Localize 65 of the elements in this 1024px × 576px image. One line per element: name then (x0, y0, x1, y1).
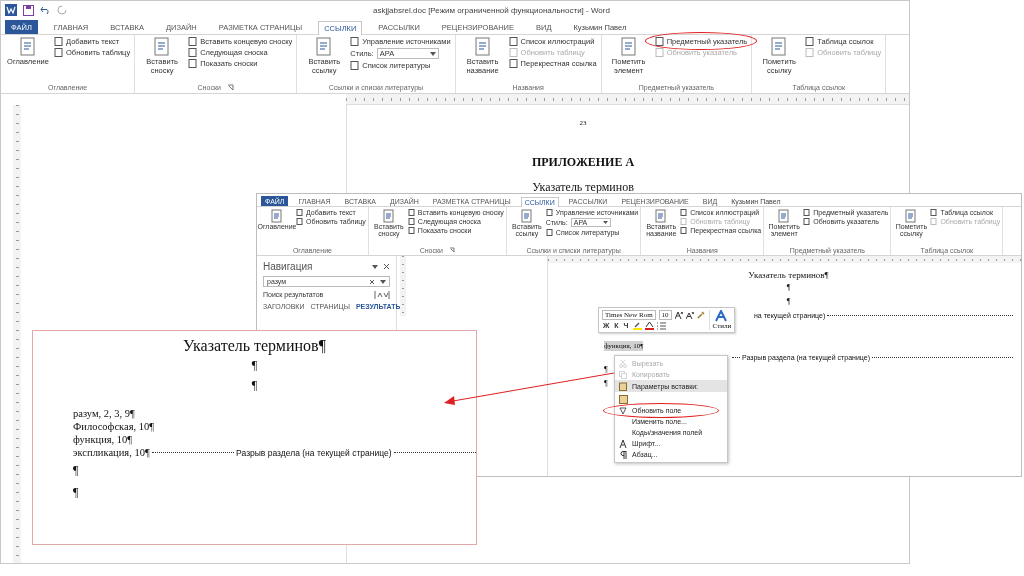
index-entry: экспликация, 10¶ (73, 446, 150, 459)
clear-icon[interactable] (369, 278, 375, 285)
undo-icon[interactable] (40, 5, 51, 15)
subheading: Указатель терминов (532, 180, 634, 195)
grow-font-icon[interactable] (674, 311, 683, 320)
document-icon (545, 229, 553, 236)
dotted-rule (732, 356, 740, 358)
document-icon (520, 209, 533, 223)
pane-title: Навигация (263, 261, 314, 272)
dialog-launcher-icon[interactable] (226, 84, 234, 91)
caret-icon (602, 221, 608, 224)
document-icon (350, 37, 360, 46)
paragraph-mark: ¶ (604, 378, 608, 390)
save-icon[interactable] (23, 4, 34, 16)
index-entry: Философская, 10¶ (73, 420, 155, 433)
document-icon (545, 209, 553, 216)
document-icon (382, 209, 395, 223)
paragraph-mark: ¶ (251, 357, 258, 374)
copy-icon (619, 370, 628, 379)
document-icon (778, 209, 791, 223)
word-logo-icon[interactable] (5, 4, 17, 16)
highlight-icon[interactable] (632, 321, 642, 330)
caret-icon (429, 51, 436, 56)
document-icon (271, 209, 283, 223)
font-color-icon[interactable] (644, 321, 654, 330)
scissors-icon (619, 359, 628, 368)
document-icon (19, 37, 37, 57)
document-icon (315, 37, 334, 57)
dialog-launcher-icon[interactable] (449, 247, 455, 253)
brush-icon[interactable] (696, 311, 705, 320)
paragraph-mark: ¶ (73, 484, 79, 501)
field-icon (619, 406, 628, 415)
document-icon (770, 37, 789, 57)
index-title: Указатель терминов¶ (748, 269, 829, 281)
section-break-text: Разрыв раздела (на текущей странице) (236, 447, 392, 458)
shrink-font-icon[interactable] (685, 311, 694, 320)
ruler[interactable] (13, 105, 21, 563)
ruler[interactable] (548, 256, 1021, 263)
document-icon (655, 209, 668, 223)
heading: ПРИЛОЖЕНИЕ А (531, 155, 635, 170)
caret-icon[interactable] (380, 279, 386, 284)
previous-next-icon[interactable] (374, 291, 390, 299)
clipboard-icon (619, 393, 628, 404)
window-title: askjjabsrel.doc [Режим ограниченной функциональности] - Word (373, 5, 610, 15)
document-icon (473, 37, 492, 57)
index-title: Указатель терминов¶ (183, 337, 326, 355)
document-icon (153, 37, 172, 57)
font-icon (619, 439, 628, 448)
clipboard-icon (619, 381, 628, 391)
styles-icon[interactable] (714, 310, 729, 322)
close-icon[interactable] (383, 263, 390, 270)
paragraph-icon (619, 450, 628, 459)
paragraph-mark: ¶ (786, 296, 791, 308)
paragraph-mark: ¶ (251, 377, 258, 394)
document-icon (619, 37, 638, 57)
paragraph-mark: ¶ (73, 462, 79, 479)
paragraph-mark: ¶ (786, 282, 791, 294)
ruler[interactable] (346, 94, 909, 105)
caret-icon[interactable] (372, 264, 378, 269)
paragraph-mark: ¶ (604, 364, 608, 376)
index-entry: функция, 10¶ (73, 433, 134, 446)
document-icon (350, 61, 360, 70)
ruler[interactable] (400, 256, 406, 316)
index-entry: разум, 2, 3, 9¶ (73, 407, 136, 420)
document-icon (905, 209, 918, 223)
